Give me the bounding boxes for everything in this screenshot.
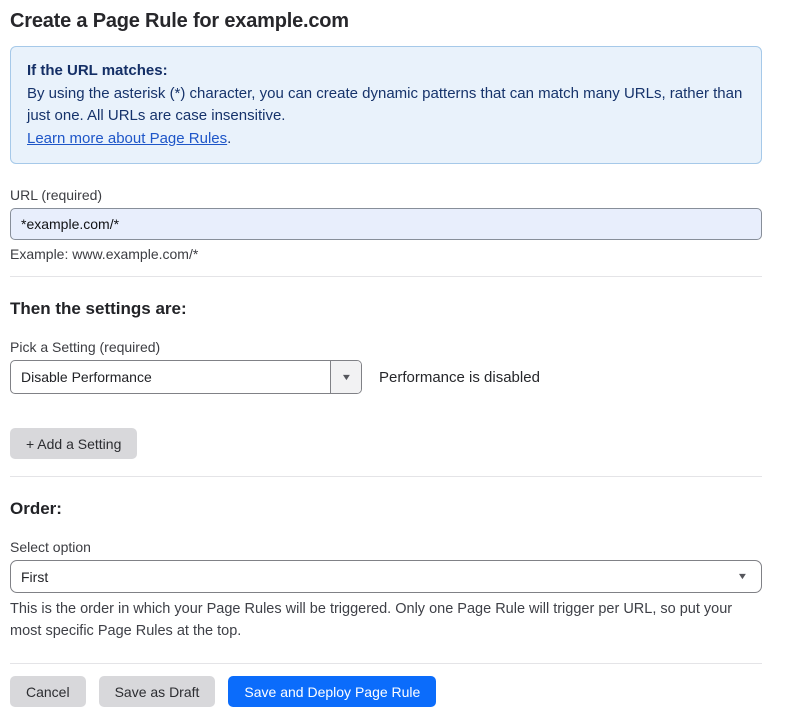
setting-dropdown-arrow-button[interactable]: ▼	[330, 361, 361, 393]
link-suffix: .	[227, 130, 231, 147]
cancel-button[interactable]: Cancel	[10, 676, 86, 707]
url-match-info-box: If the URL matches: By using the asteris…	[10, 46, 762, 164]
learn-more-link[interactable]: Learn more about Page Rules	[27, 130, 227, 147]
divider	[10, 276, 762, 277]
pick-setting-label: Pick a Setting (required)	[10, 339, 762, 355]
chevron-down-icon: ▼	[737, 572, 749, 581]
info-box-heading: If the URL matches:	[27, 60, 745, 83]
url-field-label: URL (required)	[10, 187, 762, 203]
setting-picker-row: Disable Performance ▼ Performance is dis…	[10, 360, 762, 394]
order-select-label: Select option	[10, 539, 762, 555]
order-help-text: This is the order in which your Page Rul…	[10, 598, 762, 642]
order-section-heading: Order:	[10, 499, 762, 519]
save-and-deploy-button[interactable]: Save and Deploy Page Rule	[228, 676, 436, 707]
divider	[10, 663, 762, 664]
setting-dropdown-value: Disable Performance	[11, 361, 330, 393]
add-setting-button[interactable]: + Add a Setting	[10, 428, 137, 459]
chevron-down-icon: ▼	[340, 373, 352, 382]
url-input[interactable]	[10, 208, 762, 240]
divider	[10, 476, 762, 477]
page-title: Create a Page Rule for example.com	[10, 10, 762, 33]
create-page-rule-panel: Create a Page Rule for example.com If th…	[0, 0, 790, 714]
info-box-link-line: Learn more about Page Rules.	[27, 128, 745, 151]
setting-status-text: Performance is disabled	[379, 369, 540, 386]
order-select-value: First	[21, 569, 48, 585]
save-as-draft-button[interactable]: Save as Draft	[99, 676, 216, 707]
setting-dropdown[interactable]: Disable Performance ▼	[10, 360, 362, 394]
info-box-body: By using the asterisk (*) character, you…	[27, 83, 745, 128]
footer-actions: Cancel Save as Draft Save and Deploy Pag…	[10, 676, 762, 707]
order-select[interactable]: First ▼	[10, 560, 762, 593]
url-example-text: Example: www.example.com/*	[10, 246, 762, 262]
settings-section-heading: Then the settings are:	[10, 299, 762, 319]
